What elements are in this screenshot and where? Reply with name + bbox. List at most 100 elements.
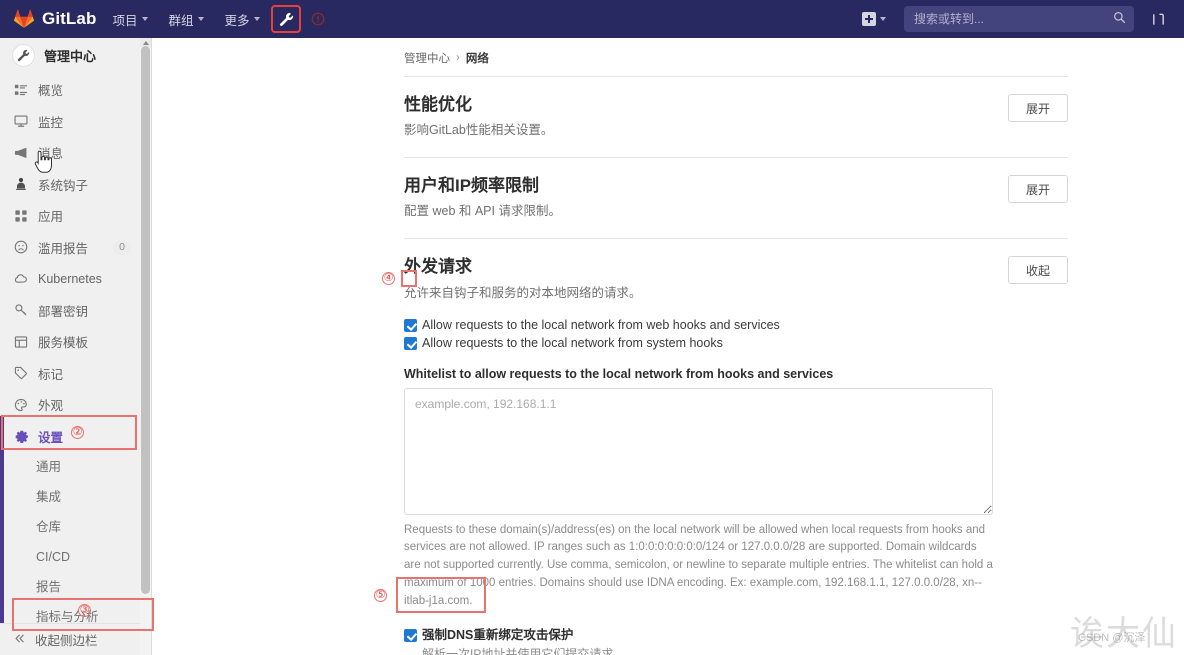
nav-item-groups-label: 群组 [168,13,194,28]
main-content: 管理中心 › 网络 性能优化 影响GitLab性能相关设置。 展开 用户和IP频… [152,38,1184,655]
sidebar-subitem-integrations[interactable]: 集成 [0,482,141,512]
template-icon [13,334,29,350]
merge-requests-button[interactable] [1144,6,1172,32]
allow-local-network-web-hooks-checkbox[interactable] [404,318,417,332]
admin-area-button[interactable] [271,5,302,33]
overview-icon [13,82,29,98]
nav-item-projects[interactable]: 项目 [103,6,157,32]
breadcrumb-root[interactable]: 管理中心 [404,50,450,66]
sidebar-item-deploy-keys[interactable]: 部署密钥 [0,295,141,327]
dns-rebinding-protection-help: 解析一次IP地址并使用它们提交请求 [422,646,614,655]
section-description: 允许来自钩子和服务的对本地网络的请求。 [404,285,642,300]
section-description: 配置 web 和 API 请求限制。 [404,204,561,219]
dns-rebinding-protection-label: 强制DNS重新绑定攻击保护 [422,627,574,642]
expand-button-rate-limits[interactable]: 展开 [1008,175,1068,204]
kubernetes-icon [13,271,29,287]
sidebar-item-settings-label: 设置 [38,430,64,445]
breadcrumb-separator: › [456,52,460,64]
sidebar-collapse-button[interactable]: 收起侧边栏 [0,623,141,655]
sidebar-item-kubernetes[interactable]: Kubernetes [0,263,141,295]
sidebar-item-kubernetes-label: Kubernetes [38,271,102,286]
section-user-ip-rate-limits: 用户和IP频率限制 配置 web 和 API 请求限制。 展开 [404,157,1068,238]
chevron-down-icon [880,17,886,21]
sidebar-item-abuse-reports[interactable]: 滥用报告 0 [0,232,141,264]
sidebar-item-system-hooks-label: 系统钩子 [38,178,89,193]
sidebar-item-applications[interactable]: 应用 [0,200,141,232]
navbar-right-group [856,6,1184,32]
nav-item-projects-label: 项目 [112,13,138,28]
chevron-down-icon [254,17,261,21]
sidebar-subitem-reporting[interactable]: 报告 [0,572,141,602]
sidebar-header: 管理中心 [0,38,141,72]
settings-sections: 性能优化 影响GitLab性能相关设置。 展开 用户和IP频率限制 配置 web… [152,76,1184,655]
abuse-icon [13,239,29,255]
network-settings-page: 管理中心 › 网络 性能优化 影响GitLab性能相关设置。 展开 用户和IP频… [152,38,1184,655]
collapse-button-outbound[interactable]: 收起 [1008,256,1068,285]
checkbox-row-system-hooks[interactable]: Allow requests to the local network from… [404,336,1068,351]
sidebar-scrollbar-thumb[interactable] [141,46,150,594]
section-header: 用户和IP频率限制 配置 web 和 API 请求限制。 展开 [404,175,1068,220]
wrench-icon [279,12,294,27]
sidebar-subitem-repository[interactable]: 仓库 [0,512,141,542]
sidebar-item-abuse-reports-label: 滥用报告 [38,241,89,256]
allow-local-network-system-hooks-checkbox[interactable] [404,336,417,350]
breadcrumb-current: 网络 [465,53,489,65]
sidebar-item-overview-label: 概览 [38,84,64,99]
sidebar-item-messages[interactable]: 消息 [0,137,141,169]
key-icon [13,302,29,318]
sidebar-item-appearance[interactable]: 外观 [0,389,141,421]
sidebar-item-system-hooks[interactable]: 系统钩子 [0,169,141,201]
chevron-double-left-icon [13,632,26,648]
sidebar-collapse-label: 收起侧边栏 [35,634,98,648]
apps-icon [13,208,29,224]
abuse-reports-badge: 0 [113,239,131,255]
sidebar-item-labels[interactable]: 标记 [0,358,141,390]
whitelist-field-label: Whitelist to allow requests to the local… [404,366,834,381]
sidebar-item-overview[interactable]: 概览 [0,74,141,106]
appearance-icon [13,397,29,413]
allow-local-network-web-hooks-label: Allow requests to the local network from… [422,317,780,332]
section-header: 外发请求 允许来自钩子和服务的对本地网络的请求。 收起 [404,256,1068,301]
sidebar-subitem-general[interactable]: 通用 [0,452,141,482]
sidebar-item-settings[interactable]: 设置 [0,420,141,452]
chevron-down-icon [142,17,149,21]
sidebar-menu: 概览 监控 消息 系统钩子 应用 滥用报告 0 Kubernetes 部署密钥 … [0,72,141,655]
create-new-button[interactable] [856,6,892,32]
plus-square-icon [862,12,876,26]
nav-item-more[interactable]: 更多 [215,6,269,32]
sidebar-item-applications-label: 应用 [38,210,64,225]
sidebar-title: 管理中心 [44,48,97,64]
dns-rebinding-protection-checkbox[interactable] [404,628,417,642]
nav-item-more-label: 更多 [224,13,250,28]
chevron-down-icon [198,17,205,21]
sidebar-item-service-templates[interactable]: 服务模板 [0,326,141,358]
dns-rebinding-block: 强制DNS重新绑定攻击保护 解析一次IP地址并使用它们提交请求 [404,628,1068,655]
sidebar-item-monitoring[interactable]: 监控 [0,106,141,138]
outbound-requests-form: Allow requests to the local network from… [404,318,1068,655]
sidebar-scrollbar-track[interactable] [140,38,151,655]
section-text: 外发请求 允许来自钩子和服务的对本地网络的请求。 [404,256,642,301]
whitelist-textarea[interactable] [404,387,993,515]
expand-button-performance[interactable]: 展开 [1008,94,1068,122]
section-title: 用户和IP频率限制 [404,176,540,196]
sidebar: 管理中心 概览 监控 消息 系统钩子 应用 滥用报告 0 Kubernetes … [0,38,152,655]
megaphone-icon [13,145,29,161]
section-header: 性能优化 影响GitLab性能相关设置。 展开 [404,94,1068,139]
checkbox-row-dns-rebinding[interactable]: 强制DNS重新绑定攻击保护 [404,628,1068,643]
gitlab-logo-icon [14,9,34,29]
sidebar-item-deploy-keys-label: 部署密钥 [38,304,89,319]
checkbox-row-web-hooks[interactable]: Allow requests to the local network from… [404,318,1068,333]
sidebar-active-indicator [0,416,4,638]
issues-button[interactable] [304,6,332,32]
section-text: 性能优化 影响GitLab性能相关设置。 [404,94,553,139]
section-description: 影响GitLab性能相关设置。 [404,123,554,138]
section-text: 用户和IP频率限制 配置 web 和 API 请求限制。 [404,175,561,220]
sidebar-item-monitoring-label: 监控 [38,115,64,130]
search-input[interactable] [904,6,1134,32]
top-navbar: GitLab 项目 群组 更多 [0,0,1184,38]
sidebar-subitem-cicd[interactable]: CI/CD [0,542,141,572]
search-container[interactable] [904,6,1134,32]
nav-item-groups[interactable]: 群组 [159,6,213,32]
gitlab-home-link[interactable]: GitLab [0,0,102,38]
label-icon [13,365,29,381]
